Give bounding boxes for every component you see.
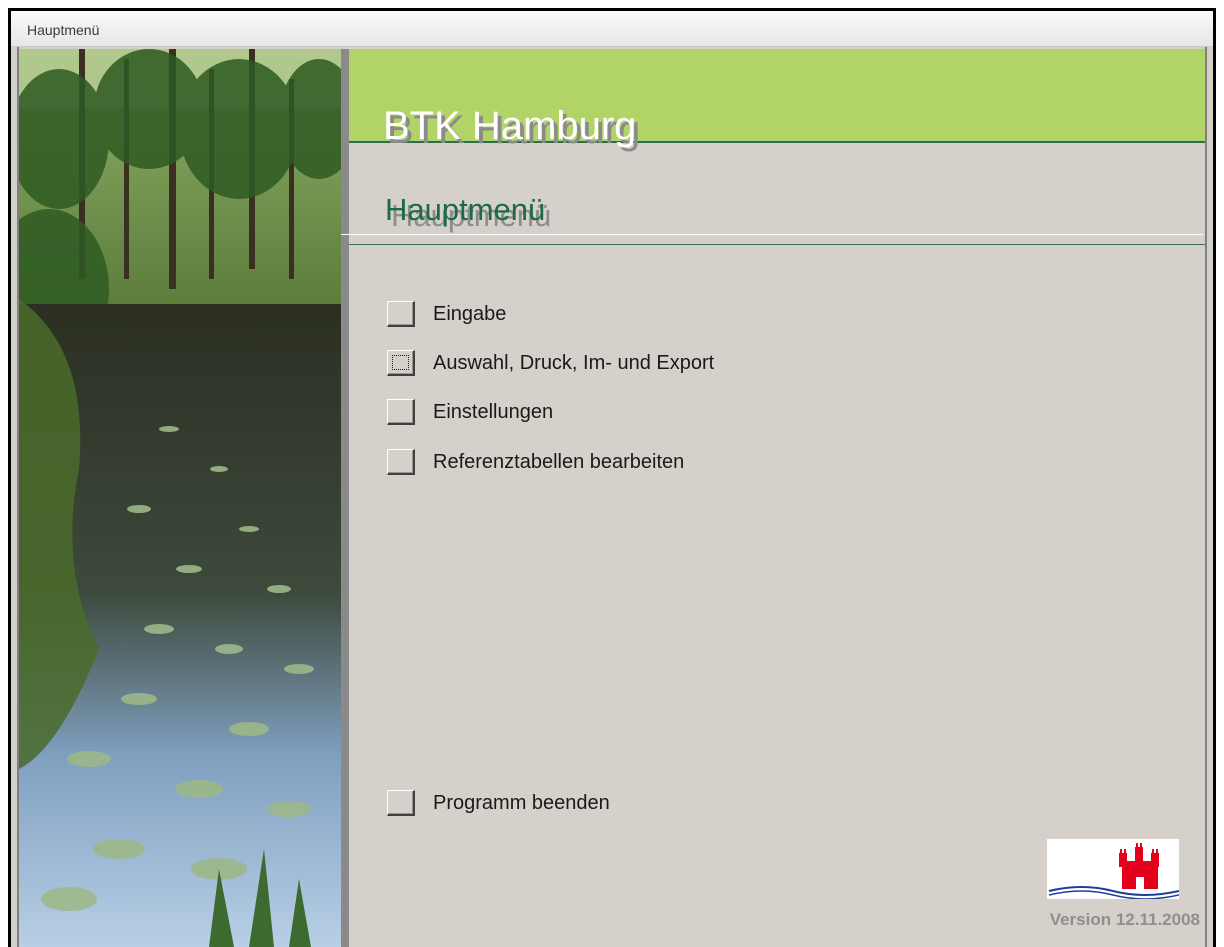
menu-item-referenztabellen[interactable]: Referenztabellen bearbeiten <box>387 447 807 477</box>
exit-button[interactable] <box>387 790 415 816</box>
menu-button[interactable] <box>387 399 415 425</box>
divider-line <box>341 234 1203 235</box>
menu-label: Referenztabellen bearbeiten <box>433 450 685 473</box>
menu-label: Eingabe <box>433 302 507 325</box>
exit-program-button[interactable]: Programm beenden <box>387 788 807 818</box>
app-title-text: BTK Hamburg <box>383 104 637 148</box>
photo-separator <box>341 49 349 947</box>
page-title: Hauptmenü Hauptmenü <box>385 192 551 233</box>
forest-lake-photo <box>19 49 341 947</box>
divider-line-green <box>349 244 1205 245</box>
app-title: BTK Hamburg BTK Hamburg <box>383 103 640 152</box>
menu-button[interactable] <box>387 301 415 327</box>
hamburg-castle-icon <box>1047 839 1180 900</box>
exit-label: Programm beenden <box>433 791 610 814</box>
menu-button[interactable] <box>387 350 415 376</box>
menu-item-auswahl-druck-export[interactable]: Auswahl, Druck, Im- und Export <box>387 348 807 378</box>
menu-item-einstellungen[interactable]: Einstellungen <box>387 397 807 427</box>
window-title: Hauptmenü <box>27 22 100 38</box>
version-label: Version 12.11.2008 <box>1049 910 1200 929</box>
menu-item-eingabe[interactable]: Eingabe <box>387 299 807 329</box>
page-title-text: Hauptmenü <box>385 192 546 227</box>
forest-lake-illustration <box>19 49 341 947</box>
window-titlebar[interactable]: Hauptmenü <box>11 11 1213 47</box>
menu-button[interactable] <box>387 449 415 475</box>
menu-label: Auswahl, Druck, Im- und Export <box>433 351 715 374</box>
hamburg-logo <box>1047 839 1180 900</box>
menu-label: Einstellungen <box>433 400 554 423</box>
